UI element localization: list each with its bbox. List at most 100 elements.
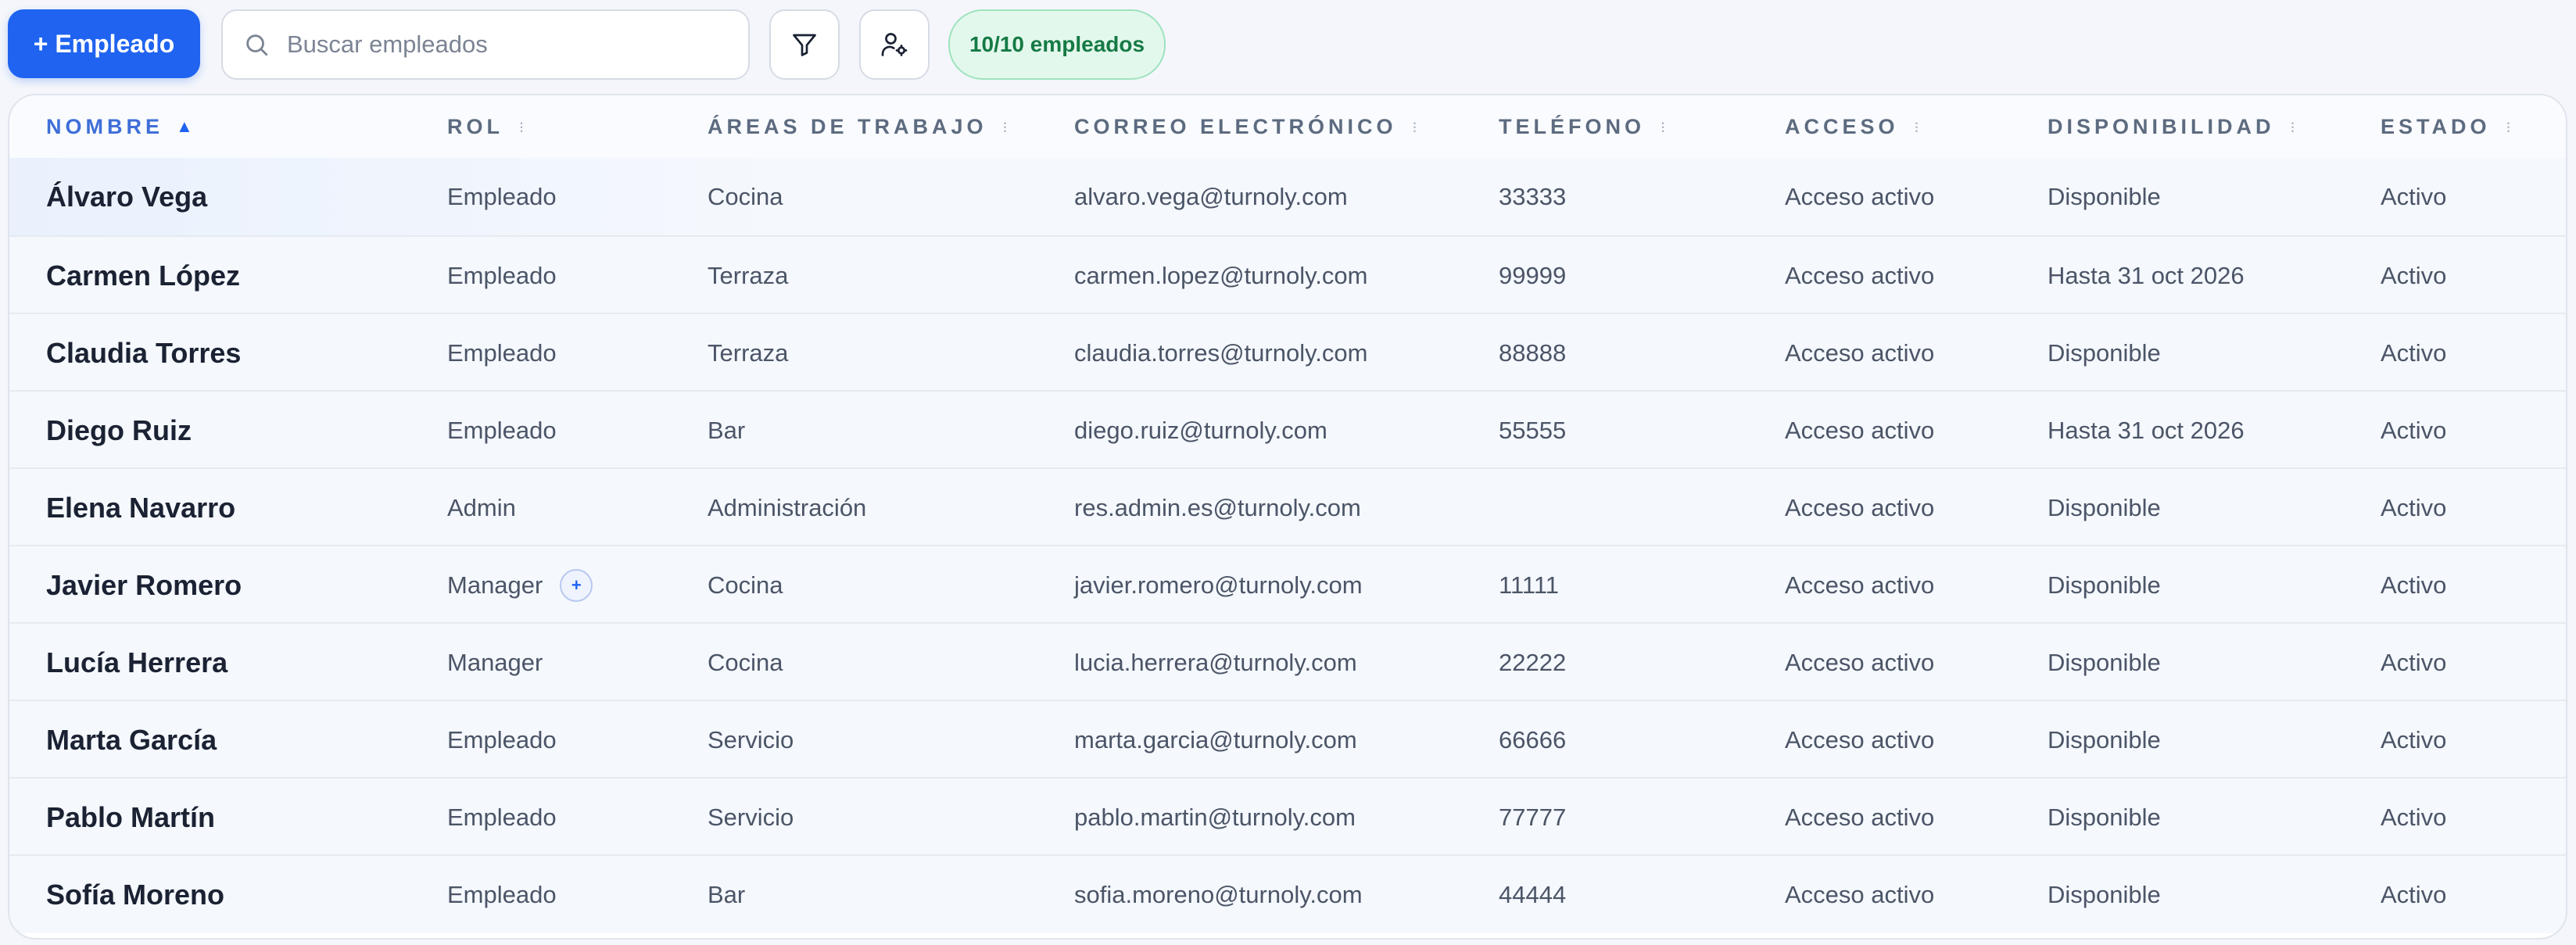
cell-rol: Admin bbox=[447, 469, 516, 546]
cell-estado-text: Activo bbox=[2381, 182, 2447, 210]
table-row[interactable]: Carmen López Empleado Terraza carmen.lopez@… bbox=[9, 235, 2566, 314]
cell-rol-text: Empleado bbox=[447, 182, 557, 210]
cell-telefono: 99999 bbox=[1499, 237, 1566, 314]
cell-rol-text: Empleado bbox=[447, 261, 557, 289]
cell-nombre-text: Pablo Martín bbox=[46, 800, 216, 833]
table-row[interactable]: Pablo Martín Empleado Servicio pablo.martin… bbox=[9, 777, 2566, 856]
cell-nombre: Sofía Moreno bbox=[46, 856, 224, 933]
table-row[interactable]: Javier Romero Manager + Cocina javier.romero… bbox=[9, 545, 2566, 624]
cell-correo[interactable]: diego.ruiz@turnoly.com bbox=[1074, 392, 1327, 469]
cell-disponibilidad: Disponible bbox=[2048, 546, 2161, 624]
cell-estado-text: Activo bbox=[2381, 261, 2447, 289]
cell-telefono-text: 66666 bbox=[1499, 725, 1567, 753]
column-header-disponibilidad[interactable]: DISPONIBILIDAD ⋮ bbox=[2048, 95, 2298, 158]
cell-estado-text: Activo bbox=[2381, 493, 2447, 521]
cell-correo-text: lucia.herrera@turnoly.com bbox=[1074, 648, 1357, 676]
cell-areas: Terraza bbox=[708, 237, 788, 314]
column-header-telefono[interactable]: TELÉFONO ⋮ bbox=[1499, 95, 1668, 158]
cell-acceso-text: Acceso activo bbox=[1785, 416, 1935, 444]
table-row[interactable]: Diego Ruiz Empleado Bar diego.ruiz@turnoly.… bbox=[9, 390, 2566, 469]
cell-nombre-text: Lucía Herrera bbox=[46, 646, 228, 678]
column-header-areas[interactable]: ÁREAS DE TRABAJO ⋮ bbox=[708, 95, 1011, 158]
cell-correo[interactable]: marta.garcia@turnoly.com bbox=[1074, 701, 1357, 779]
cell-acceso-text: Acceso activo bbox=[1785, 182, 1935, 210]
column-header-nombre[interactable]: NOMBRE ▲ bbox=[46, 95, 193, 158]
cell-disponibilidad: Hasta 31 oct 2026 bbox=[2048, 392, 2245, 469]
cell-disponibilidad-text: Disponible bbox=[2048, 493, 2161, 521]
sort-icon[interactable]: ⋮ bbox=[1911, 120, 1922, 134]
sort-icon[interactable]: ⋮ bbox=[1410, 120, 1421, 134]
cell-rol: Manager + bbox=[447, 546, 593, 624]
cell-correo[interactable]: res.admin.es@turnoly.com bbox=[1074, 469, 1361, 546]
filter-button[interactable] bbox=[769, 9, 840, 80]
user-settings-button[interactable] bbox=[859, 9, 930, 80]
cell-telefono-text: 99999 bbox=[1499, 261, 1567, 289]
cell-estado-text: Activo bbox=[2381, 648, 2447, 676]
table-row[interactable]: Elena Navarro Admin Administración res.admi… bbox=[9, 467, 2566, 546]
cell-disponibilidad-text: Disponible bbox=[2048, 725, 2161, 753]
cell-acceso-text: Acceso activo bbox=[1785, 261, 1935, 289]
cell-correo[interactable]: javier.romero@turnoly.com bbox=[1074, 546, 1363, 624]
column-header-rol[interactable]: ROL ⋮ bbox=[447, 95, 527, 158]
table-row[interactable]: Claudia Torres Empleado Terraza claudia.tor… bbox=[9, 313, 2566, 392]
sort-icon[interactable]: ⋮ bbox=[2503, 120, 2514, 134]
cell-correo[interactable]: pablo.martin@turnoly.com bbox=[1074, 779, 1356, 856]
cell-correo[interactable]: carmen.lopez@turnoly.com bbox=[1074, 237, 1367, 314]
sort-icon[interactable]: ⋮ bbox=[2288, 120, 2298, 134]
sort-asc-icon[interactable]: ▲ bbox=[176, 116, 193, 137]
cell-telefono-text: 77777 bbox=[1499, 803, 1567, 831]
cell-acceso: Acceso activo bbox=[1785, 546, 1934, 624]
cell-nombre-text: Carmen López bbox=[46, 259, 241, 292]
table-row[interactable]: Marta García Empleado Servicio marta.garcia… bbox=[9, 700, 2566, 779]
column-header-correo[interactable]: CORREO ELECTRÓNICO ⋮ bbox=[1074, 95, 1421, 158]
cell-areas-text: Administración bbox=[708, 493, 867, 521]
cell-rol-text: Manager bbox=[447, 648, 543, 676]
sort-icon[interactable]: ⋮ bbox=[1657, 120, 1668, 134]
cell-disponibilidad: Hasta 31 oct 2026 bbox=[2048, 237, 2245, 314]
column-header-label: ACCESO bbox=[1785, 114, 1899, 138]
cell-estado: Activo bbox=[2381, 392, 2446, 469]
cell-acceso-text: Acceso activo bbox=[1785, 493, 1935, 521]
filter-icon bbox=[793, 34, 816, 56]
cell-areas-text: Terraza bbox=[708, 338, 789, 367]
cell-estado: Activo bbox=[2381, 469, 2446, 546]
cell-areas: Servicio bbox=[708, 701, 794, 779]
cell-correo[interactable]: alvaro.vega@turnoly.com bbox=[1074, 158, 1348, 235]
cell-disponibilidad-text: Disponible bbox=[2048, 648, 2161, 676]
cell-telefono: 66666 bbox=[1499, 701, 1566, 779]
cell-areas-text: Servicio bbox=[708, 725, 794, 753]
sort-icon[interactable]: ⋮ bbox=[516, 120, 527, 134]
cell-acceso: Acceso activo bbox=[1785, 392, 1934, 469]
column-header-estado[interactable]: ESTADO ⋮ bbox=[2381, 95, 2514, 158]
cell-rol: Empleado bbox=[447, 314, 557, 392]
column-header-label: ÁREAS DE TRABAJO bbox=[708, 114, 987, 138]
cell-rol: Empleado bbox=[447, 779, 557, 856]
table-row[interactable]: Sofía Moreno Empleado Bar sofia.moreno@turn… bbox=[9, 854, 2566, 933]
cell-correo[interactable]: claudia.torres@turnoly.com bbox=[1074, 314, 1367, 392]
cell-nombre-text: Marta García bbox=[46, 723, 217, 756]
cell-correo[interactable]: lucia.herrera@turnoly.com bbox=[1074, 624, 1357, 701]
cell-correo[interactable]: sofia.moreno@turnoly.com bbox=[1074, 856, 1363, 933]
cell-telefono-text: 88888 bbox=[1499, 338, 1567, 367]
cell-estado: Activo bbox=[2381, 158, 2446, 235]
cell-acceso: Acceso activo bbox=[1785, 779, 1934, 856]
search-box[interactable] bbox=[221, 9, 750, 80]
cell-rol-text: Empleado bbox=[447, 416, 557, 444]
table-row[interactable]: Álvaro Vega Empleado Cocina alvaro.vega@tur… bbox=[9, 158, 2566, 235]
cell-acceso: Acceso activo bbox=[1785, 856, 1934, 933]
add-role-button[interactable]: + bbox=[560, 568, 593, 602]
cell-rol: Empleado bbox=[447, 392, 557, 469]
table-header: NOMBRE ▲ ROL ⋮ ÁREAS DE TRABAJO ⋮ CORREO ELECT… bbox=[9, 95, 2566, 158]
sort-icon[interactable]: ⋮ bbox=[1000, 120, 1011, 134]
cell-rol-text: Manager bbox=[447, 571, 543, 599]
add-employee-button[interactable]: + Empleado bbox=[8, 9, 200, 78]
cell-areas-text: Terraza bbox=[708, 261, 789, 289]
cell-rol-text: Empleado bbox=[447, 338, 557, 367]
cell-nombre-text: Claudia Torres bbox=[46, 336, 242, 369]
cell-acceso-text: Acceso activo bbox=[1785, 338, 1935, 367]
table-row[interactable]: Lucía Herrera Manager Cocina lucia.herrera@… bbox=[9, 622, 2566, 701]
cell-rol-text: Empleado bbox=[447, 725, 557, 753]
column-header-acceso[interactable]: ACCESO ⋮ bbox=[1785, 95, 1922, 158]
search-input[interactable] bbox=[285, 30, 726, 59]
cell-telefono-text: 55555 bbox=[1499, 416, 1567, 444]
